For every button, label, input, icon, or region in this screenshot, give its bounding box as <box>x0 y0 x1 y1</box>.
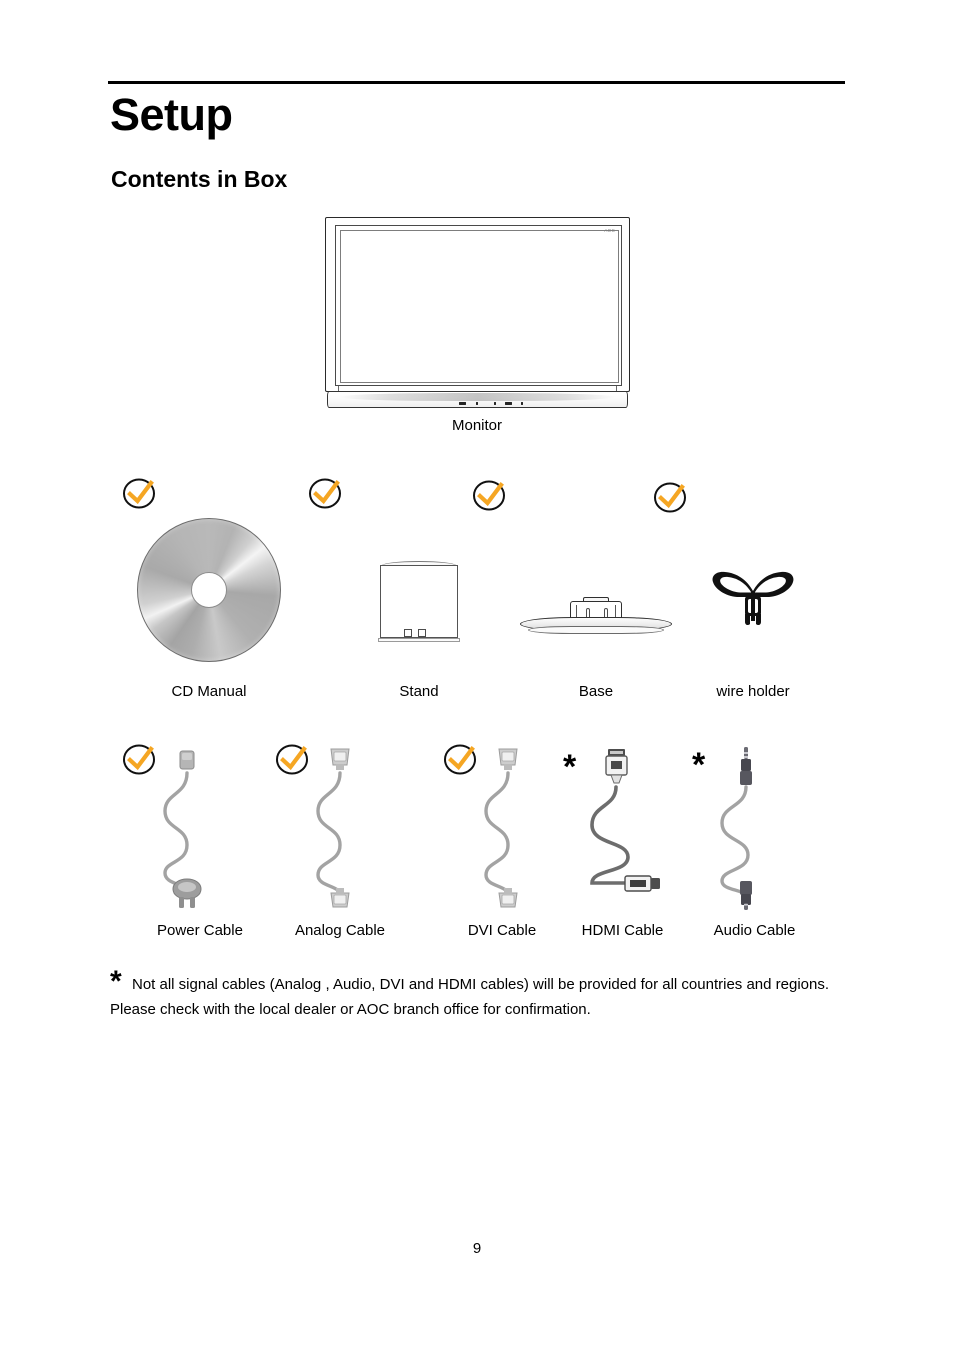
monitor-illustration: AOC <box>325 217 630 408</box>
item-label-audio-cable: Audio Cable <box>713 922 796 939</box>
item-label-base: Base <box>578 683 614 700</box>
check-icon <box>473 480 505 511</box>
item-label-cd-manual: CD Manual <box>171 683 247 700</box>
monitor-outer-frame: AOC <box>325 217 630 392</box>
item-label-wire-holder: wire holder <box>716 683 790 700</box>
stand-slot <box>404 629 412 637</box>
power-cable-icon <box>163 750 202 908</box>
footnote-line-2: Please check with the local dealer or AO… <box>110 1001 591 1018</box>
monitor-control-button <box>505 402 512 405</box>
footnote-line-1: Not all signal cables (Analog , Audio, D… <box>132 976 830 993</box>
wire-holder-icon <box>712 571 794 626</box>
footnote-asterisk: * <box>110 965 122 998</box>
cd-hole <box>191 572 227 608</box>
section-title: Contents in Box <box>111 166 288 192</box>
dvi-cable-icon <box>484 748 518 908</box>
check-icon <box>654 482 686 513</box>
audio-cable-icon <box>720 747 752 910</box>
stand-slot <box>418 629 426 637</box>
cd-disc-icon <box>137 518 281 662</box>
monitor-control-button <box>521 402 524 405</box>
item-label-stand: Stand <box>399 683 439 700</box>
monitor-caption: Monitor <box>451 417 503 434</box>
monitor-screen <box>340 230 619 383</box>
vga-cable-icon <box>316 748 350 908</box>
check-icon <box>309 478 341 509</box>
monitor-base-icon <box>520 588 672 643</box>
header-rule <box>108 81 845 84</box>
monitor-stand-icon <box>380 565 458 638</box>
page-number: 9 <box>472 1240 482 1257</box>
aoc-logo: AOC <box>604 228 615 233</box>
manual-page: Setup Contents in Box AOC Monitor CD Man… <box>0 0 954 1350</box>
check-icon <box>123 478 155 509</box>
monitor-control-button <box>494 402 497 405</box>
monitor-control-button <box>476 402 479 405</box>
monitor-control-button <box>459 402 466 405</box>
stand-bottom-edge <box>378 638 460 642</box>
monitor-foot-shading <box>339 393 616 401</box>
base-plate-lower <box>528 626 664 634</box>
hdmi-cable-icon <box>590 749 660 892</box>
page-title: Setup <box>110 89 233 140</box>
item-label-analog-cable: Analog Cable <box>294 922 386 939</box>
monitor-bezel: AOC <box>335 225 622 386</box>
